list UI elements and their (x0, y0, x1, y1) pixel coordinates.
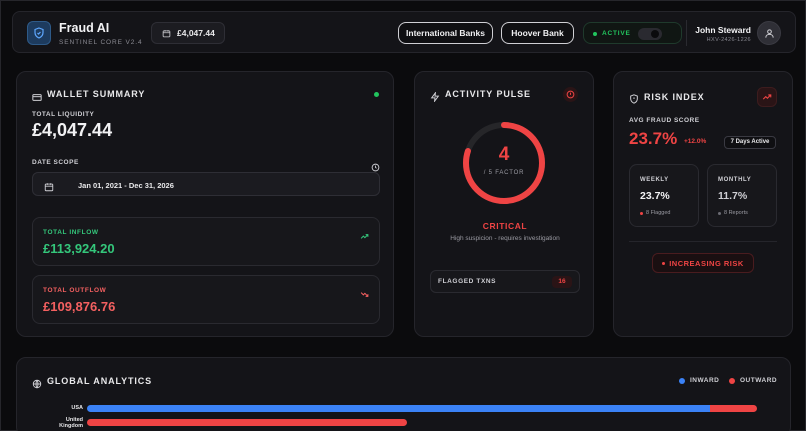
total-inflow-value: £113,924.20 (43, 241, 115, 256)
increasing-risk-text: INCREASING RISK (669, 258, 744, 268)
globe-icon (32, 376, 42, 394)
weekly-sub: 8 Flagged (640, 210, 670, 216)
total-outflow-box: TOTAL OUTFLOW £109,876.76 (32, 275, 380, 324)
legend-inward-label: INWARD (690, 377, 720, 384)
severity-description: High suspicion - requires investigation (450, 235, 560, 242)
flagged-txns-row[interactable]: FLAGGED TXNS 16 (430, 270, 580, 293)
risk-divider (629, 241, 777, 242)
weekly-label: WEEKLY (640, 177, 669, 183)
date-scope-label: DATE SCOPE (32, 159, 79, 166)
alert-circle-icon (566, 90, 575, 99)
country-label-uk: United Kingdom (59, 417, 83, 429)
bar-uk-outward (87, 419, 407, 426)
app-subtitle: SENTINEL CORE V2.4 (59, 39, 143, 46)
monthly-label: MONTHLY (718, 177, 752, 183)
risk-trend-button[interactable] (757, 87, 777, 107)
legend-inward-dot (679, 377, 685, 384)
date-range-picker[interactable]: Jan 01, 2021 - Dec 31, 2026 (32, 172, 380, 196)
global-analytics-title: GLOBAL ANALYTICS (47, 376, 153, 386)
app-title: Fraud AI (59, 21, 110, 35)
top-bar: Fraud AI SENTINEL CORE V2.4 £4,047.44 In… (12, 11, 796, 53)
weekly-value: 23.7% (640, 190, 670, 202)
bar-usa-inward (87, 405, 711, 412)
days-active-badge: 7 Days Active (724, 136, 776, 149)
lightning-icon (430, 89, 440, 107)
calendar-icon (44, 179, 54, 197)
toggle-knob (651, 30, 659, 38)
monthly-sub: 8 Reports (718, 210, 748, 216)
balance-value: £4,047.44 (177, 28, 215, 38)
avg-fraud-score-delta: +12.0% (684, 138, 707, 145)
gauge-sub: / 5 FACTOR (483, 170, 525, 176)
monthly-sub-text: 8 Reports (724, 210, 748, 216)
monthly-dot (718, 211, 721, 215)
activity-pulse-card: ACTIVITY PULSE 4 / 5 FACTOR CRITICAL Hig… (414, 71, 594, 337)
weekly-stat-box: WEEKLY 23.7% 8 Flagged (629, 164, 699, 227)
wallet-status-dot (374, 92, 379, 97)
international-banks-button[interactable]: International Banks (398, 22, 493, 44)
monthly-value: 11.7% (718, 190, 748, 202)
total-liquidity-label: TOTAL LIQUIDITY (32, 111, 95, 118)
shield-icon (34, 27, 44, 39)
trending-up-icon (762, 94, 772, 100)
weekly-dot (640, 211, 643, 215)
legend-inward: INWARD (679, 377, 719, 384)
logo (27, 21, 51, 45)
calendar-icon (162, 29, 171, 37)
trending-down-icon (360, 286, 369, 304)
bar-usa-outward (710, 405, 757, 412)
flagged-txns-label: FLAGGED TXNS (438, 278, 497, 285)
active-toggle[interactable] (638, 28, 662, 40)
user-icon (764, 28, 774, 38)
trending-up-icon (360, 228, 369, 246)
user-name: John Steward (695, 25, 751, 35)
country-label-usa: USA (71, 405, 83, 411)
wallet-summary-title: WALLET SUMMARY (47, 89, 146, 99)
increasing-risk-dot (662, 261, 666, 265)
date-range-text: Jan 01, 2021 - Dec 31, 2026 (78, 181, 174, 190)
total-inflow-box: TOTAL INFLOW £113,924.20 (32, 217, 380, 266)
legend-outward-label: OUTWARD (740, 377, 778, 384)
legend-outward: OUTWARD (729, 377, 777, 384)
wallet-icon (32, 89, 42, 107)
status-toggle-pill[interactable]: ACTIVE (583, 22, 682, 44)
total-outflow-value: £109,876.76 (43, 299, 116, 314)
total-liquidity-value: £4,047.44 (32, 120, 113, 140)
status-dot (593, 32, 597, 36)
gauge-value: 4 (498, 144, 510, 165)
total-inflow-label: TOTAL INFLOW (43, 229, 99, 236)
risk-index-card: RISK INDEX AVG FRAUD SCORE 23.7% +12.0% … (613, 71, 793, 337)
increasing-risk-badge: INCREASING RISK (652, 253, 754, 273)
risk-index-title: RISK INDEX (644, 92, 705, 102)
monthly-stat-box: MONTHLY 11.7% 8 Reports (707, 164, 777, 227)
global-analytics-card: GLOBAL ANALYTICS INWARD OUTWARD USA Unit… (16, 357, 791, 431)
user-id: HXV-2426-1226 (706, 37, 751, 43)
alert-badge[interactable] (563, 87, 578, 102)
avatar[interactable] (757, 21, 781, 45)
shield-alert-icon (629, 91, 639, 109)
status-text: ACTIVE (602, 30, 631, 37)
header-divider (686, 20, 687, 46)
total-outflow-label: TOTAL OUTFLOW (43, 287, 107, 294)
activity-pulse-title: ACTIVITY PULSE (445, 89, 531, 99)
hoover-bank-button[interactable]: Hoover Bank (501, 22, 574, 44)
legend-outward-dot (729, 377, 735, 384)
flagged-txns-count: 16 (552, 276, 572, 288)
avg-fraud-score-value: 23.7% (629, 129, 678, 148)
severity-label: CRITICAL (482, 221, 528, 231)
wallet-summary-card: WALLET SUMMARY TOTAL LIQUIDITY £4,047.44… (16, 71, 394, 337)
balance-pill[interactable]: £4,047.44 (151, 22, 225, 44)
weekly-sub-text: 8 Flagged (646, 210, 671, 216)
avg-fraud-score-label: AVG FRAUD SCORE (629, 117, 700, 124)
